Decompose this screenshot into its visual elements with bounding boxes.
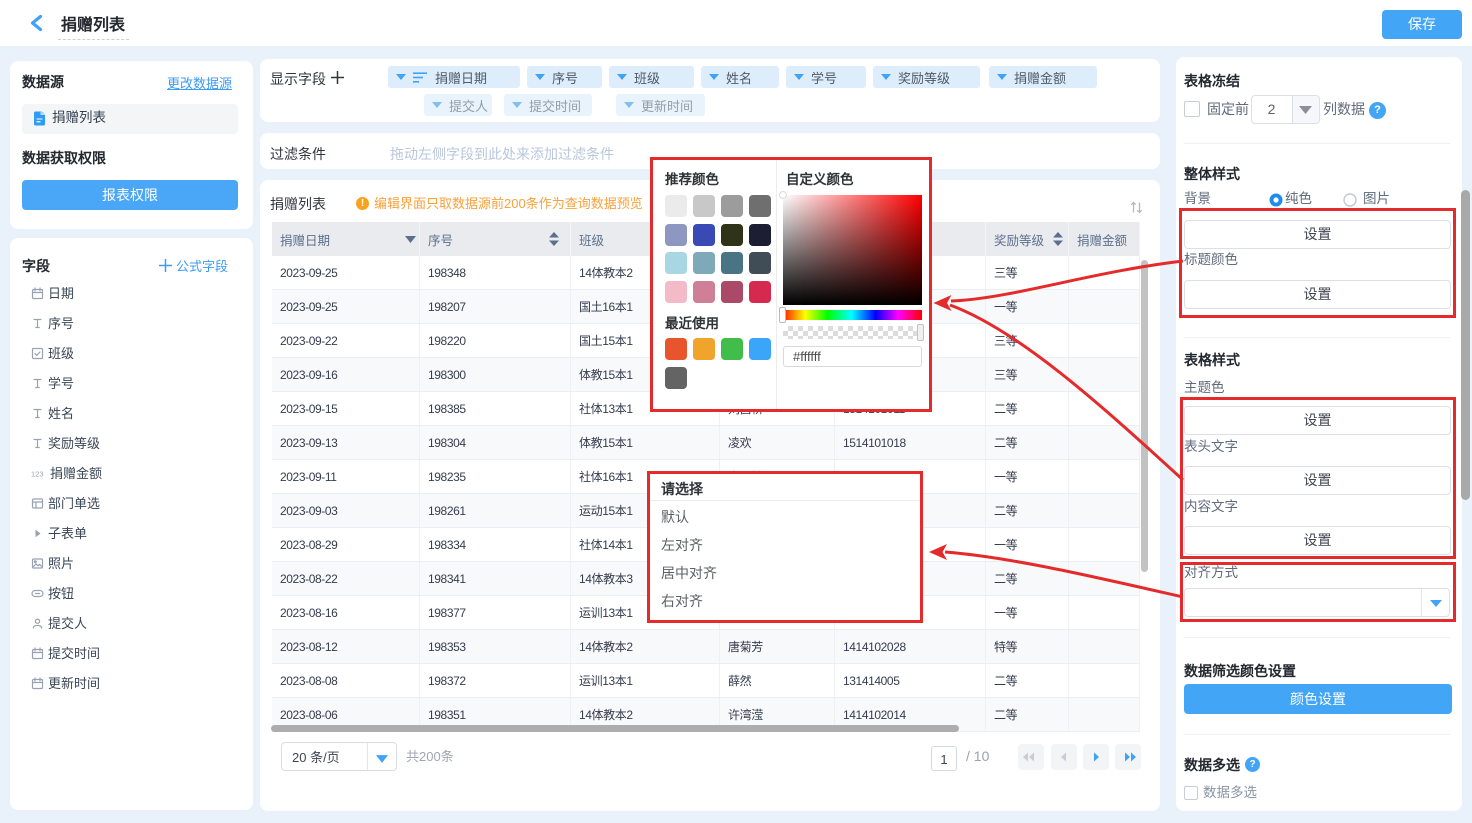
svg-text:123: 123 bbox=[31, 470, 44, 479]
